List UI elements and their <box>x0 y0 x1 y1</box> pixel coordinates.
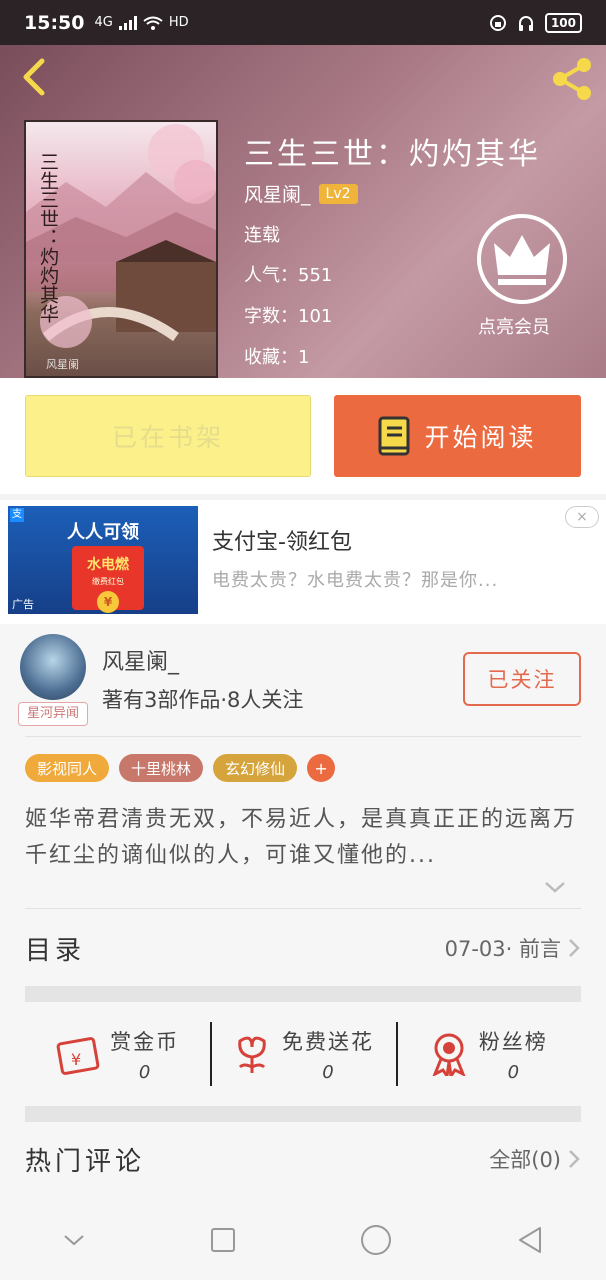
chevron-down-icon[interactable] <box>62 1232 86 1248</box>
stat-value: 0 <box>507 1061 520 1083</box>
ad-envelope-title: 水电燃 <box>87 557 129 573</box>
status-bar: 15:50 4G HD 100 <box>0 0 606 45</box>
recent-apps-icon[interactable] <box>210 1227 236 1253</box>
stat-value: 0 <box>138 1061 151 1083</box>
author-name[interactable]: 风星阑_ <box>102 644 179 676</box>
tag-list: 影视同人 十里桃林 玄幻修仙 + <box>25 754 336 782</box>
svg-text:¥: ¥ <box>71 1050 81 1069</box>
chevron-down-icon[interactable] <box>540 878 570 898</box>
ad-close-button[interactable]: × <box>565 506 599 528</box>
level-badge: Lv2 <box>318 183 358 204</box>
book-cover[interactable]: 三生三世：灼灼其华 风星阑 <box>24 120 218 378</box>
red-envelope-icon: ¥ <box>56 1037 100 1075</box>
book-popularity: 人气：551 <box>244 265 333 286</box>
book-title: 三生三世：灼灼其华 <box>244 137 541 172</box>
book-icon <box>378 416 410 456</box>
fan-ranking-button[interactable]: 粉丝榜 0 <box>395 1004 581 1104</box>
book-details: 星河异闻 风星阑_ 著有3部作品·8人关注 已关注 影视同人 十里桃林 玄幻修仙… <box>0 624 606 1184</box>
hot-comments-label: 热门评论 <box>25 1146 146 1177</box>
stat-value: 0 <box>322 1061 334 1083</box>
back-nav-icon[interactable] <box>516 1225 544 1255</box>
cover-title: 三生三世：灼灼其华 <box>37 152 59 323</box>
book-author[interactable]: 风星阑_ <box>244 180 311 207</box>
cover-author: 风星阑 <box>46 358 79 371</box>
avatar[interactable] <box>20 634 86 700</box>
ad-title[interactable]: 支付宝-领红包 <box>212 524 352 556</box>
start-reading-label: 开始阅读 <box>424 423 537 452</box>
chevron-right-icon <box>569 939 580 957</box>
chevron-right-icon <box>569 1150 580 1168</box>
flower-icon <box>238 1036 266 1073</box>
stat-label: 赏金币 <box>110 1029 180 1054</box>
crown-icon[interactable] <box>476 213 568 305</box>
ad-description[interactable]: 电费太贵？水电费太贵？那是你... <box>212 566 498 592</box>
signal-icon <box>118 15 137 30</box>
divider <box>25 908 581 909</box>
reward-coins-button[interactable]: ¥ 赏金币 0 <box>25 1004 210 1104</box>
tag-item[interactable]: 玄幻修仙 <box>213 754 298 782</box>
add-tag-button[interactable]: + <box>307 754 336 782</box>
free-flower-button[interactable]: 免费送花 0 <box>210 1004 395 1104</box>
in-shelf-button[interactable]: 已在书架 <box>25 395 311 477</box>
network-indicator: 4G <box>94 15 113 30</box>
table-of-contents-row[interactable]: 目录 07-03· 前言 <box>25 910 581 986</box>
system-nav-bar <box>0 1200 606 1280</box>
ad-envelope: 水电燃 缴费红包 ¥ <box>72 546 144 613</box>
stat-label: 免费送花 <box>281 1029 374 1054</box>
ad-envelope-sub: 缴费红包 <box>92 577 124 586</box>
status-time: 15:50 <box>24 11 85 34</box>
follow-button[interactable]: 已关注 <box>463 652 581 706</box>
book-word-count: 字数：101 <box>244 306 333 327</box>
ad-image-headline: 人人可领 <box>67 522 139 543</box>
wifi-icon <box>143 16 163 30</box>
tag-item[interactable]: 十里桃林 <box>119 754 204 782</box>
book-intro[interactable]: 姬华帝君清贵无双，不易近人，是真真正正的远离万千红尘的谪仙似的人，可谁又懂他的.… <box>25 802 581 874</box>
vip-label[interactable]: 点亮会员 <box>478 313 550 339</box>
avatar-tag: 星河异闻 <box>18 702 88 726</box>
medal-icon <box>432 1033 466 1076</box>
all-comments-link[interactable]: 全部(0) <box>489 1144 561 1174</box>
tag-item[interactable]: 影视同人 <box>25 754 110 782</box>
ad-tag: 广告 <box>12 598 34 611</box>
ad-image[interactable]: 支 人人可领 水电燃 缴费红包 ¥ 广告 <box>8 506 198 614</box>
back-icon[interactable] <box>14 55 54 99</box>
section-separator <box>25 1106 581 1122</box>
coin-icon: ¥ <box>97 591 119 613</box>
hd-indicator: HD <box>168 15 189 30</box>
stats-row: ¥ 赏金币 0 免费送花 0 粉丝榜 0 <box>25 1004 581 1104</box>
book-favorites: 收藏：1 <box>244 347 310 368</box>
start-reading-button[interactable]: 开始阅读 <box>334 395 581 477</box>
author-works: 著有3部作品·8人关注 <box>102 688 304 712</box>
book-header: 三生三世：灼灼其华 风星阑 三生三世：灼灼其华 风星阑_ Lv2 连载 人气：5… <box>0 45 606 378</box>
home-icon[interactable] <box>360 1224 392 1256</box>
headphones-icon <box>518 15 533 31</box>
section-separator <box>25 986 581 1002</box>
stat-label: 粉丝榜 <box>478 1029 548 1054</box>
toc-latest: 07-03· 前言 <box>444 937 561 961</box>
book-status: 连载 <box>244 225 280 246</box>
share-icon[interactable] <box>548 55 596 103</box>
battery-indicator: 100 <box>544 12 582 33</box>
lock-rotation-icon <box>489 14 506 31</box>
action-bar: 已在书架 开始阅读 <box>0 378 606 494</box>
toc-label: 目录 <box>25 935 86 966</box>
divider <box>25 736 581 737</box>
hot-comments-row[interactable]: 热门评论 全部(0) <box>25 1124 581 1194</box>
ad-banner[interactable]: 支 人人可领 水电燃 缴费红包 ¥ 广告 支付宝-领红包 电费太贵？水电费太贵？… <box>0 494 606 624</box>
